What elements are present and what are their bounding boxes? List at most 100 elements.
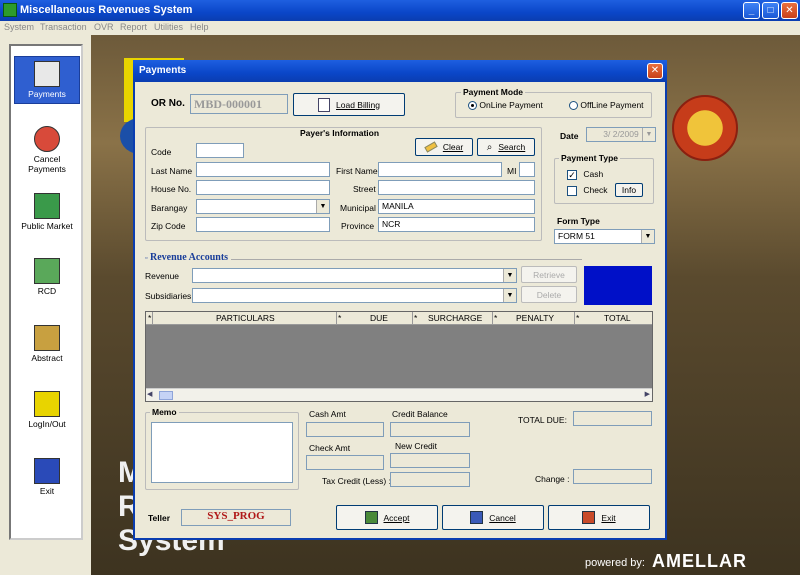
mi-input[interactable] <box>519 162 535 177</box>
dialog-close-button[interactable]: ✕ <box>647 63 663 79</box>
code-label: Code <box>151 147 172 157</box>
app-title-bar: Miscellaneous Revenues System _ □ ✕ <box>0 0 800 21</box>
grid-column-marker: * <box>414 313 418 323</box>
grid-col-penalty[interactable]: PENALTY <box>516 313 554 323</box>
eraser-icon <box>424 141 438 153</box>
dialog-title-bar: Payments ✕ <box>133 60 667 82</box>
online-payment-radio[interactable]: OnLine Payment <box>468 100 543 111</box>
search-button[interactable]: ⌕ Search <box>477 138 535 156</box>
payments-icon <box>34 61 60 87</box>
menu-utilities[interactable]: Utilities <box>154 22 183 32</box>
nav-cancel-payments[interactable]: Cancel Payments <box>14 126 80 174</box>
nav-payments[interactable]: Payments <box>14 56 80 104</box>
grid-column-marker: * <box>494 313 498 323</box>
nav-abstract[interactable]: Abstract <box>14 325 80 363</box>
payment-type-group <box>554 158 654 204</box>
change-label: Change : <box>535 474 570 484</box>
or-no-field: MBD-000001 <box>190 94 288 114</box>
last-name-input[interactable] <box>196 162 330 177</box>
accept-button[interactable]: Accept <box>336 505 438 530</box>
rcd-icon <box>34 258 60 284</box>
cash-amt-field <box>306 422 384 437</box>
maximize-button[interactable]: □ <box>762 2 779 19</box>
grid-horizontal-scrollbar[interactable]: ◀ ▶ <box>146 388 652 401</box>
cash-checkbox[interactable]: ✓ Cash <box>567 169 603 180</box>
cancel-button[interactable]: Cancel <box>442 505 544 530</box>
cancel-payments-icon <box>34 126 60 152</box>
menu-transaction[interactable]: Transaction <box>40 22 87 32</box>
revenue-label: Revenue <box>145 271 180 281</box>
offline-payment-radio[interactable]: OffLine Payment <box>569 100 644 111</box>
login-icon <box>34 391 60 417</box>
province-input[interactable]: NCR <box>378 217 535 232</box>
street-input[interactable] <box>378 180 535 195</box>
info-button[interactable]: Info <box>615 183 643 197</box>
menu-help[interactable]: Help <box>190 22 209 32</box>
date-label: Date <box>560 131 579 141</box>
zip-code-label: Zip Code <box>151 221 186 231</box>
total-due-field <box>573 411 652 426</box>
date-field: 3/ 2/2009 ▼ <box>586 127 656 142</box>
scroll-right-icon[interactable]: ▶ <box>645 390 650 398</box>
chevron-down-icon: ▼ <box>641 230 654 243</box>
checkbox-empty-icon <box>567 185 577 196</box>
barangay-select[interactable]: ▼ <box>196 199 330 214</box>
form-type-select[interactable]: FORM 51 ▼ <box>554 229 655 244</box>
load-billing-button[interactable]: Load Billing <box>293 93 405 116</box>
exit-button[interactable]: Exit <box>548 505 650 530</box>
menu-report[interactable]: Report <box>120 22 147 32</box>
grid-col-due[interactable]: DUE <box>370 313 388 323</box>
nav-exit[interactable]: Exit <box>14 458 80 496</box>
tax-credit-field <box>390 472 470 487</box>
check-amt-field <box>306 455 384 470</box>
new-credit-label: New Credit <box>395 441 438 451</box>
document-icon <box>318 97 331 112</box>
subsidiaries-select[interactable]: ▼ <box>192 288 517 303</box>
teller-label: Teller <box>148 513 171 523</box>
payment-mode-title: Payment Mode <box>461 87 525 97</box>
memo-textarea[interactable] <box>151 422 293 483</box>
code-input[interactable] <box>196 143 244 158</box>
public-market-icon <box>34 193 60 219</box>
municipal-label: Municipal <box>340 203 376 213</box>
or-no-label: OR No. <box>151 98 185 109</box>
delete-button[interactable]: Delete <box>521 286 577 303</box>
last-name-label: Last Name <box>151 166 193 176</box>
municipal-input[interactable]: MANILA <box>378 199 535 214</box>
grid-col-total[interactable]: TOTAL <box>604 313 631 323</box>
revenue-select[interactable]: ▼ <box>192 268 517 283</box>
retrieve-button[interactable]: Retrieve <box>521 266 577 283</box>
close-button[interactable]: ✕ <box>781 2 798 19</box>
scroll-thumb[interactable] <box>159 391 173 400</box>
nav-rcd[interactable]: RCD <box>14 258 80 296</box>
menu-system[interactable]: System <box>4 22 34 32</box>
checkmark-icon: ✓ <box>567 169 577 180</box>
clear-button[interactable]: Clear <box>415 138 473 156</box>
credit-balance-label: Credit Balance <box>392 409 448 419</box>
nav-login-out[interactable]: LogIn/Out <box>14 391 80 429</box>
minimize-button[interactable]: _ <box>743 2 760 19</box>
grid-col-surcharge[interactable]: SURCHARGE <box>428 313 482 323</box>
change-field <box>573 469 652 484</box>
form-type-value: FORM 51 <box>558 231 595 241</box>
menu-ovr[interactable]: OVR <box>94 22 114 32</box>
exit-door-icon <box>582 511 596 524</box>
check-amt-label: Check Amt <box>309 443 351 453</box>
chevron-down-icon: ▼ <box>642 128 655 141</box>
nav-public-market[interactable]: Public Market <box>14 193 80 231</box>
house-no-input[interactable] <box>196 180 330 195</box>
first-name-label: First Name <box>336 166 378 176</box>
grid-col-particulars[interactable]: PARTICULARS <box>216 313 275 323</box>
cancel-icon <box>470 511 484 524</box>
payer-info-title: Payer's Information <box>300 128 380 138</box>
check-checkbox[interactable]: Check <box>567 185 607 196</box>
zip-code-input[interactable] <box>196 217 330 232</box>
grid-column-marker: * <box>338 313 342 323</box>
first-name-input[interactable] <box>378 162 502 177</box>
house-no-label: House No. <box>151 184 192 194</box>
menu-bar: System Transaction OVR Report Utilities … <box>0 21 800 35</box>
grid-header: * PARTICULARS * DUE * SURCHARGE * PENALT… <box>146 312 652 325</box>
scroll-left-icon[interactable]: ◀ <box>147 390 152 398</box>
payment-type-title: Payment Type <box>559 153 621 163</box>
tax-credit-label: Tax Credit (Less) : <box>322 476 391 486</box>
